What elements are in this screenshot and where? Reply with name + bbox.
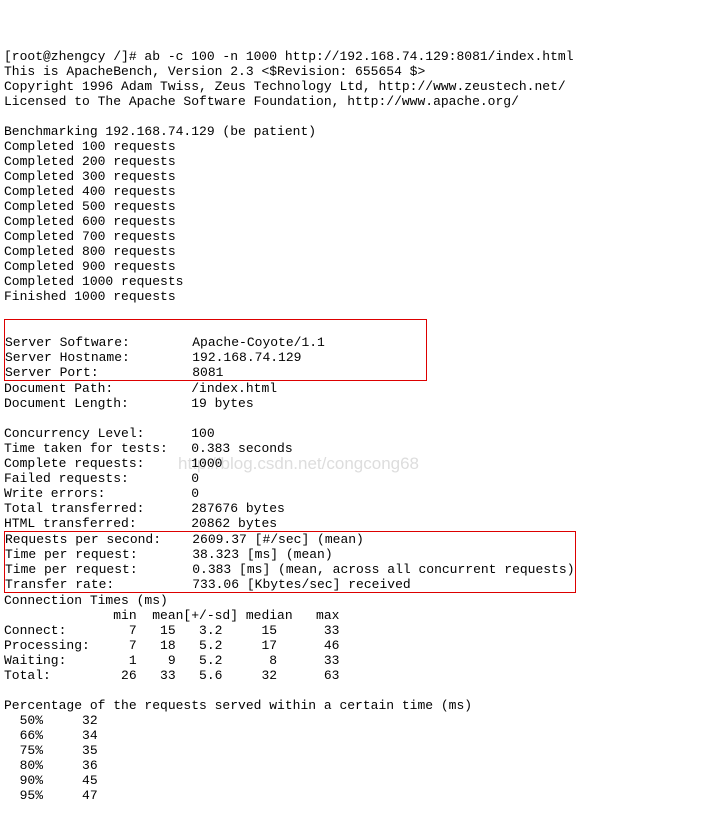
total-transferred: Total transferred: 287676 bytes bbox=[4, 501, 285, 516]
conn-title: Connection Times (ms) bbox=[4, 593, 168, 608]
doc-length: Document Length: 19 bytes bbox=[4, 396, 254, 411]
pct-66: 66% 34 bbox=[4, 728, 98, 743]
header-l3: Licensed to The Apache Software Foundati… bbox=[4, 94, 519, 109]
completed-0: Completed 100 requests bbox=[4, 139, 176, 154]
perf-box: Requests per second: 2609.37 [#/sec] (me… bbox=[4, 531, 576, 593]
conn-total: Total: 26 33 5.6 32 63 bbox=[4, 668, 339, 683]
pct-title: Percentage of the requests served within… bbox=[4, 698, 472, 713]
server-hostname: Server Hostname: 192.168.74.129 bbox=[5, 350, 301, 365]
completed-5: Completed 600 requests bbox=[4, 214, 176, 229]
conn-waiting: Waiting: 1 9 5.2 8 33 bbox=[4, 653, 339, 668]
tpr-mean: Time per request: 38.323 [ms] (mean) bbox=[5, 547, 333, 562]
conn-hdr: min mean[+/-sd] median max bbox=[4, 608, 339, 623]
pct-80: 80% 36 bbox=[4, 758, 98, 773]
concurrency: Concurrency Level: 100 bbox=[4, 426, 215, 441]
conn-connect: Connect: 7 15 3.2 15 33 bbox=[4, 623, 339, 638]
finished: Finished 1000 requests bbox=[4, 289, 176, 304]
bench-line: Benchmarking 192.168.74.129 (be patient) bbox=[4, 124, 316, 139]
transfer-rate: Transfer rate: 733.06 [Kbytes/sec] recei… bbox=[5, 577, 411, 592]
pct-95: 95% 47 bbox=[4, 788, 98, 803]
pct-50: 50% 32 bbox=[4, 713, 98, 728]
failed-req: Failed requests: 0 bbox=[4, 471, 199, 486]
server-info-box: Server Software: Apache-Coyote/1.1 Serve… bbox=[4, 319, 427, 381]
completed-4: Completed 500 requests bbox=[4, 199, 176, 214]
server-port: Server Port: 8081 bbox=[5, 365, 223, 380]
pct-90: 90% 45 bbox=[4, 773, 98, 788]
header-l2: Copyright 1996 Adam Twiss, Zeus Technolo… bbox=[4, 79, 566, 94]
html-transferred: HTML transferred: 20862 bytes bbox=[4, 516, 277, 531]
header-l1: This is ApacheBench, Version 2.3 <$Revis… bbox=[4, 64, 425, 79]
conn-processing: Processing: 7 18 5.2 17 46 bbox=[4, 638, 339, 653]
doc-path: Document Path: /index.html bbox=[4, 381, 277, 396]
complete-req: Complete requests: 1000 bbox=[4, 456, 222, 471]
completed-6: Completed 700 requests bbox=[4, 229, 176, 244]
tpr-all: Time per request: 0.383 [ms] (mean, acro… bbox=[5, 562, 575, 577]
completed-2: Completed 300 requests bbox=[4, 169, 176, 184]
rps: Requests per second: 2609.37 [#/sec] (me… bbox=[5, 532, 364, 547]
server-software: Server Software: Apache-Coyote/1.1 bbox=[5, 335, 325, 350]
time-taken: Time taken for tests: 0.383 seconds bbox=[4, 441, 293, 456]
completed-7: Completed 800 requests bbox=[4, 244, 176, 259]
completed-3: Completed 400 requests bbox=[4, 184, 176, 199]
pct-75: 75% 35 bbox=[4, 743, 98, 758]
prompt-line: [root@zhengcy /]# ab -c 100 -n 1000 http… bbox=[4, 49, 574, 64]
completed-8: Completed 900 requests bbox=[4, 259, 176, 274]
completed-9: Completed 1000 requests bbox=[4, 274, 183, 289]
completed-1: Completed 200 requests bbox=[4, 154, 176, 169]
write-errors: Write errors: 0 bbox=[4, 486, 199, 501]
